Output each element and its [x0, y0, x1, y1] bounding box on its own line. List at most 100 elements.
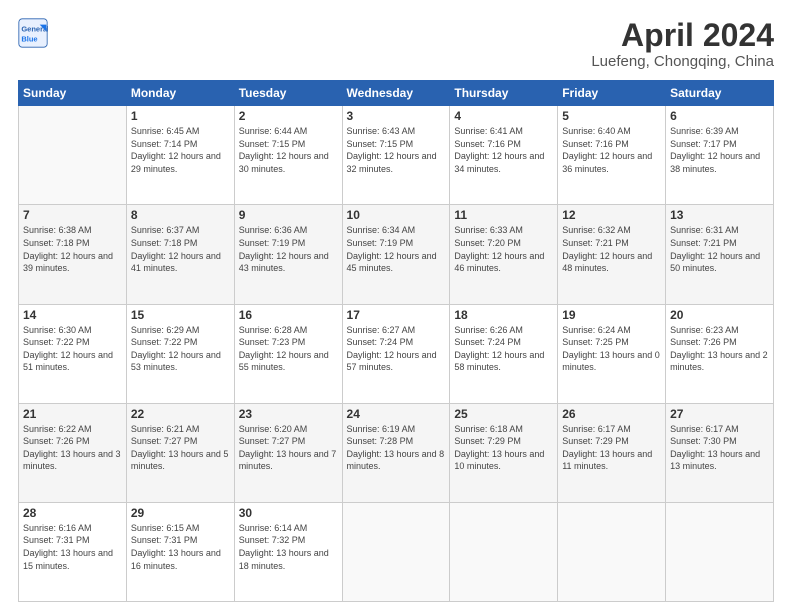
- day-info: Sunrise: 6:32 AMSunset: 7:21 PMDaylight:…: [562, 224, 661, 274]
- day-info: Sunrise: 6:30 AMSunset: 7:22 PMDaylight:…: [23, 324, 122, 374]
- calendar-cell: 27Sunrise: 6:17 AMSunset: 7:30 PMDayligh…: [666, 403, 774, 502]
- day-info: Sunrise: 6:17 AMSunset: 7:30 PMDaylight:…: [670, 423, 769, 473]
- calendar-cell: [558, 502, 666, 601]
- day-number: 7: [23, 208, 122, 222]
- day-info: Sunrise: 6:21 AMSunset: 7:27 PMDaylight:…: [131, 423, 230, 473]
- day-number: 22: [131, 407, 230, 421]
- day-number: 11: [454, 208, 553, 222]
- calendar-cell: 6 Sunrise: 6:39 AMSunset: 7:17 PMDaylight…: [666, 106, 774, 205]
- weekday-header-thursday: Thursday: [450, 81, 558, 106]
- weekday-header-friday: Friday: [558, 81, 666, 106]
- day-info: Sunrise: 6:38 AMSunset: 7:18 PMDaylight:…: [23, 224, 122, 274]
- calendar-cell: 25 Sunrise: 6:18 AMSunset: 7:29 PMDayligh…: [450, 403, 558, 502]
- calendar-cell: 3 Sunrise: 6:43 AMSunset: 7:15 PMDaylight…: [342, 106, 450, 205]
- day-info: Sunrise: 6:17 AMSunset: 7:29 PMDaylight:…: [562, 423, 661, 473]
- calendar-cell: 9 Sunrise: 6:36 AMSunset: 7:19 PMDaylight…: [234, 205, 342, 304]
- day-info: Sunrise: 6:23 AMSunset: 7:26 PMDaylight:…: [670, 324, 769, 374]
- location-title: Luefeng, Chongqing, China: [591, 53, 774, 70]
- calendar-cell: 16 Sunrise: 6:28 AMSunset: 7:23 PMDayligh…: [234, 304, 342, 403]
- day-number: 10: [347, 208, 446, 222]
- day-number: 1: [131, 109, 230, 123]
- page: General Blue April 2024 Luefeng, Chongqi…: [0, 0, 792, 612]
- day-number: 9: [239, 208, 338, 222]
- day-info: Sunrise: 6:15 AMSunset: 7:31 PMDaylight:…: [131, 522, 230, 572]
- day-number: 25: [454, 407, 553, 421]
- day-info: Sunrise: 6:31 AMSunset: 7:21 PMDaylight:…: [670, 224, 769, 274]
- day-number: 6: [670, 109, 769, 123]
- day-number: 26: [562, 407, 661, 421]
- day-info: Sunrise: 6:24 AMSunset: 7:25 PMDaylight:…: [562, 324, 661, 374]
- day-number: 30: [239, 506, 338, 520]
- calendar-cell: 4 Sunrise: 6:41 AMSunset: 7:16 PMDaylight…: [450, 106, 558, 205]
- calendar-week-row: 7 Sunrise: 6:38 AMSunset: 7:18 PMDaylight…: [19, 205, 774, 304]
- day-info: Sunrise: 6:40 AMSunset: 7:16 PMDaylight:…: [562, 125, 661, 175]
- calendar-cell: 17 Sunrise: 6:27 AMSunset: 7:24 PMDayligh…: [342, 304, 450, 403]
- calendar-cell: 14 Sunrise: 6:30 AMSunset: 7:22 PMDayligh…: [19, 304, 127, 403]
- day-info: Sunrise: 6:20 AMSunset: 7:27 PMDaylight:…: [239, 423, 338, 473]
- day-info: Sunrise: 6:45 AMSunset: 7:14 PMDaylight:…: [131, 125, 230, 175]
- day-info: Sunrise: 6:18 AMSunset: 7:29 PMDaylight:…: [454, 423, 553, 473]
- title-block: April 2024 Luefeng, Chongqing, China: [591, 18, 774, 70]
- day-info: Sunrise: 6:39 AMSunset: 7:17 PMDaylight:…: [670, 125, 769, 175]
- day-number: 18: [454, 308, 553, 322]
- calendar-cell: 1 Sunrise: 6:45 AMSunset: 7:14 PMDaylight…: [126, 106, 234, 205]
- day-number: 21: [23, 407, 122, 421]
- day-info: Sunrise: 6:19 AMSunset: 7:28 PMDaylight:…: [347, 423, 446, 473]
- weekday-header-tuesday: Tuesday: [234, 81, 342, 106]
- calendar-cell: [450, 502, 558, 601]
- calendar-cell: [666, 502, 774, 601]
- day-number: 29: [131, 506, 230, 520]
- day-info: Sunrise: 6:22 AMSunset: 7:26 PMDaylight:…: [23, 423, 122, 473]
- calendar-cell: 7 Sunrise: 6:38 AMSunset: 7:18 PMDaylight…: [19, 205, 127, 304]
- calendar-cell: 18 Sunrise: 6:26 AMSunset: 7:24 PMDayligh…: [450, 304, 558, 403]
- month-title: April 2024: [591, 18, 774, 53]
- calendar-cell: 11 Sunrise: 6:33 AMSunset: 7:20 PMDayligh…: [450, 205, 558, 304]
- day-number: 17: [347, 308, 446, 322]
- weekday-header-wednesday: Wednesday: [342, 81, 450, 106]
- calendar-week-row: 14 Sunrise: 6:30 AMSunset: 7:22 PMDayligh…: [19, 304, 774, 403]
- day-info: Sunrise: 6:36 AMSunset: 7:19 PMDaylight:…: [239, 224, 338, 274]
- svg-text:Blue: Blue: [21, 34, 37, 43]
- day-info: Sunrise: 6:26 AMSunset: 7:24 PMDaylight:…: [454, 324, 553, 374]
- day-info: Sunrise: 6:33 AMSunset: 7:20 PMDaylight:…: [454, 224, 553, 274]
- day-number: 3: [347, 109, 446, 123]
- day-number: 16: [239, 308, 338, 322]
- logo: General Blue: [18, 18, 48, 48]
- calendar-cell: 24 Sunrise: 6:19 AMSunset: 7:28 PMDayligh…: [342, 403, 450, 502]
- calendar-cell: 2 Sunrise: 6:44 AMSunset: 7:15 PMDaylight…: [234, 106, 342, 205]
- day-number: 4: [454, 109, 553, 123]
- day-number: 12: [562, 208, 661, 222]
- calendar-cell: 26 Sunrise: 6:17 AMSunset: 7:29 PMDayligh…: [558, 403, 666, 502]
- day-number: 15: [131, 308, 230, 322]
- calendar-cell: [19, 106, 127, 205]
- calendar-cell: 5Sunrise: 6:40 AMSunset: 7:16 PMDaylight…: [558, 106, 666, 205]
- calendar-cell: 15 Sunrise: 6:29 AMSunset: 7:22 PMDayligh…: [126, 304, 234, 403]
- calendar-cell: 29 Sunrise: 6:15 AMSunset: 7:31 PMDayligh…: [126, 502, 234, 601]
- day-info: Sunrise: 6:27 AMSunset: 7:24 PMDaylight:…: [347, 324, 446, 374]
- day-number: 23: [239, 407, 338, 421]
- day-info: Sunrise: 6:43 AMSunset: 7:15 PMDaylight:…: [347, 125, 446, 175]
- calendar-week-row: 1 Sunrise: 6:45 AMSunset: 7:14 PMDaylight…: [19, 106, 774, 205]
- logo-icon: General Blue: [18, 18, 48, 48]
- weekday-header-sunday: Sunday: [19, 81, 127, 106]
- day-number: 8: [131, 208, 230, 222]
- day-number: 2: [239, 109, 338, 123]
- calendar-cell: [342, 502, 450, 601]
- day-number: 14: [23, 308, 122, 322]
- day-number: 20: [670, 308, 769, 322]
- calendar-cell: 30 Sunrise: 6:14 AMSunset: 7:32 PMDayligh…: [234, 502, 342, 601]
- day-info: Sunrise: 6:28 AMSunset: 7:23 PMDaylight:…: [239, 324, 338, 374]
- day-info: Sunrise: 6:14 AMSunset: 7:32 PMDaylight:…: [239, 522, 338, 572]
- weekday-header-saturday: Saturday: [666, 81, 774, 106]
- calendar-cell: 22 Sunrise: 6:21 AMSunset: 7:27 PMDayligh…: [126, 403, 234, 502]
- day-number: 24: [347, 407, 446, 421]
- weekday-header-row: SundayMondayTuesdayWednesdayThursdayFrid…: [19, 81, 774, 106]
- calendar-cell: 20 Sunrise: 6:23 AMSunset: 7:26 PMDayligh…: [666, 304, 774, 403]
- day-info: Sunrise: 6:41 AMSunset: 7:16 PMDaylight:…: [454, 125, 553, 175]
- calendar-week-row: 28Sunrise: 6:16 AMSunset: 7:31 PMDayligh…: [19, 502, 774, 601]
- calendar-cell: 28Sunrise: 6:16 AMSunset: 7:31 PMDayligh…: [19, 502, 127, 601]
- day-info: Sunrise: 6:29 AMSunset: 7:22 PMDaylight:…: [131, 324, 230, 374]
- calendar-cell: 21 Sunrise: 6:22 AMSunset: 7:26 PMDayligh…: [19, 403, 127, 502]
- calendar-cell: 10Sunrise: 6:34 AMSunset: 7:19 PMDayligh…: [342, 205, 450, 304]
- day-info: Sunrise: 6:44 AMSunset: 7:15 PMDaylight:…: [239, 125, 338, 175]
